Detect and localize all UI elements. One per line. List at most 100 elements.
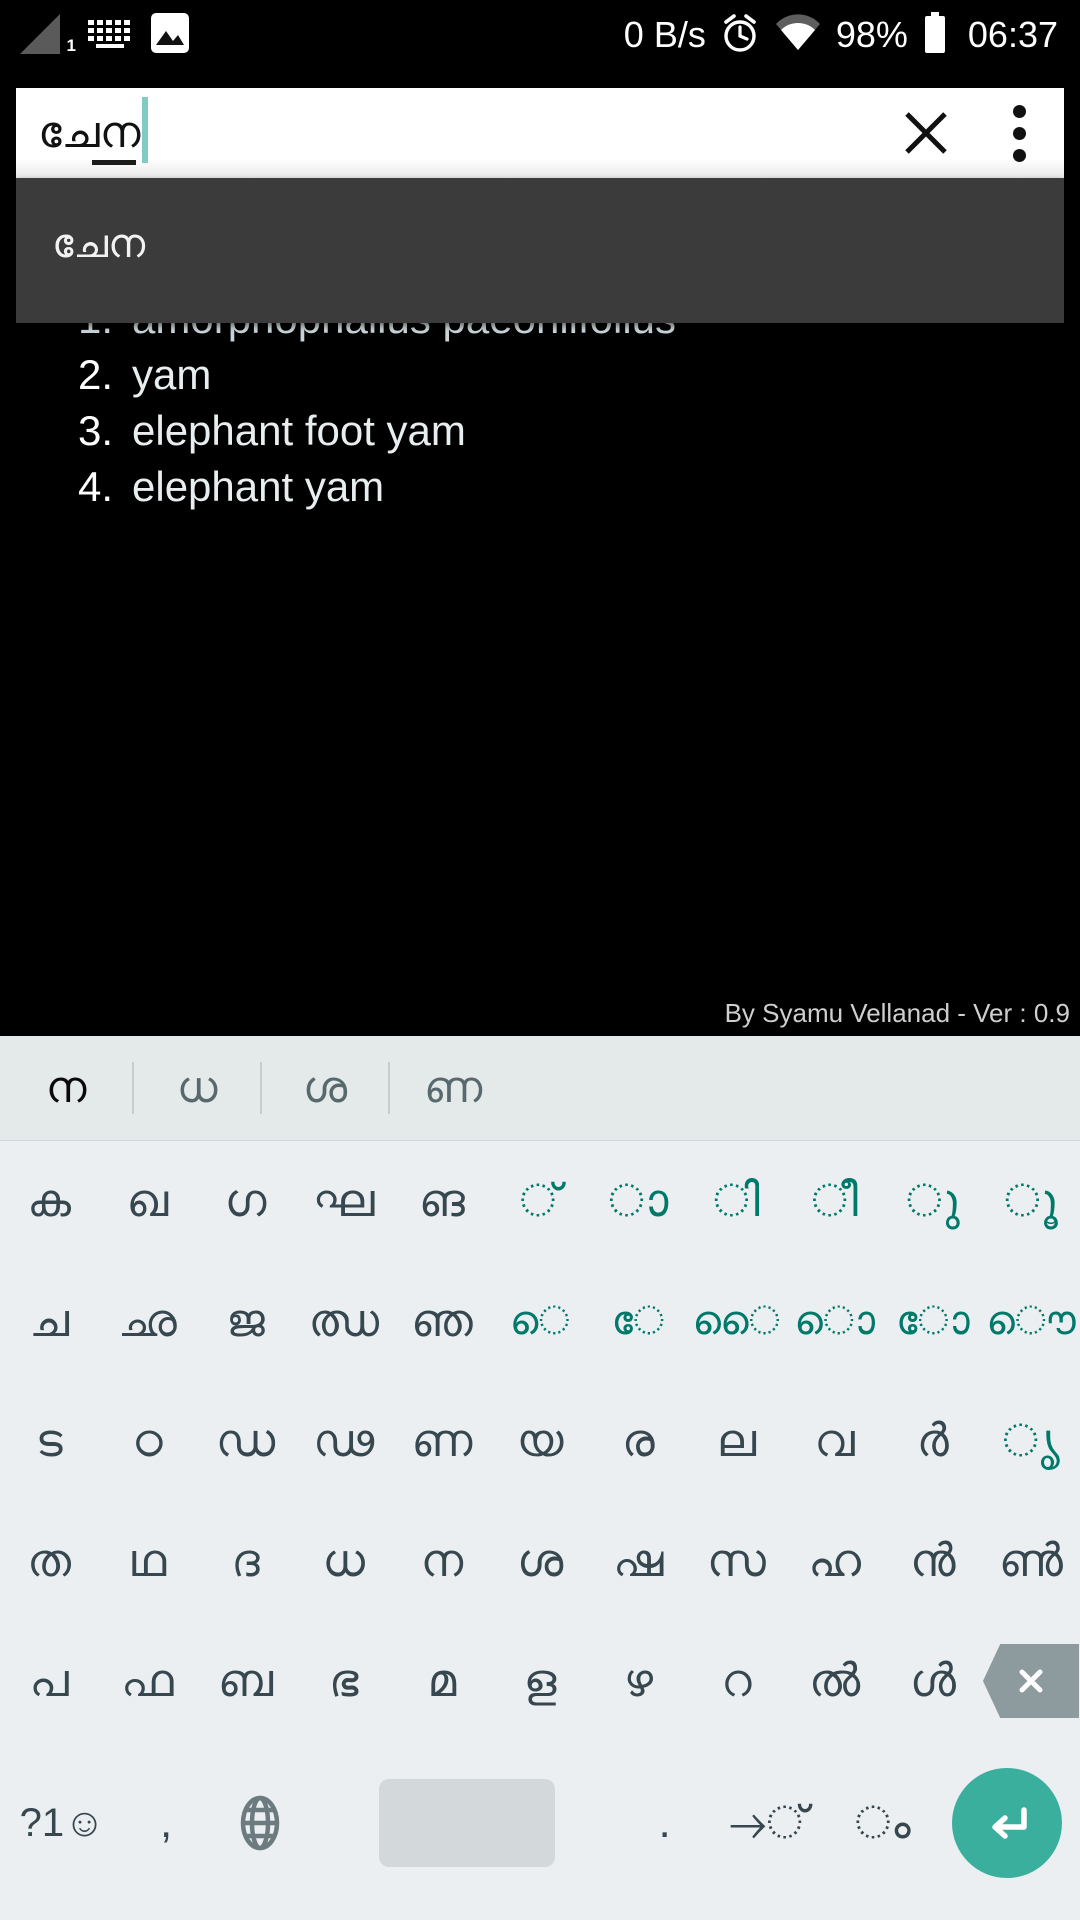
key-thha[interactable]: ഥ (98, 1501, 196, 1621)
key-ba[interactable]: ബ (196, 1621, 294, 1741)
backspace-key[interactable] (982, 1621, 1080, 1741)
key-chillu-ll[interactable]: ൾ (884, 1621, 982, 1741)
key-ttha[interactable]: ഠ (98, 1381, 196, 1501)
key-ra[interactable]: ര (589, 1381, 687, 1501)
key-da[interactable]: ദ (196, 1501, 294, 1621)
more-vert-icon (1012, 104, 1026, 118)
app-credit-label: By Syamu Vellanad - Ver : 0.9 (724, 998, 1070, 1028)
keyboard-suggestion-0[interactable]: ന (0, 1063, 132, 1113)
keyboard-suggestion-strip: ന ധ ശ ണ (0, 1036, 1080, 1141)
clear-search-button[interactable] (878, 88, 974, 178)
key-u-sign[interactable]: ു (884, 1141, 982, 1261)
key-ii-sign[interactable]: ീ (786, 1141, 884, 1261)
list-item-label: yam (132, 351, 212, 398)
key-bha[interactable]: ഭ (295, 1621, 393, 1741)
status-bar-right: 0 B/s 98% 06:37 (624, 11, 1080, 60)
key-aa-sign[interactable]: ാ (589, 1141, 687, 1261)
key-kha[interactable]: ഖ (98, 1141, 196, 1261)
anusvara-key[interactable]: ം (831, 1763, 935, 1883)
key-jha[interactable]: ഝ (295, 1261, 393, 1381)
key-ee-sign[interactable]: േ (589, 1261, 687, 1381)
key-zha[interactable]: ഴ (589, 1621, 687, 1741)
enter-icon (992, 1807, 1028, 1839)
virama-key[interactable]: →് (706, 1763, 831, 1883)
key-cha[interactable]: ച (0, 1261, 98, 1381)
enter-key[interactable] (935, 1763, 1080, 1883)
comma-key[interactable]: , (125, 1763, 208, 1883)
key-chillu-nn[interactable]: ൻ (884, 1501, 982, 1621)
list-item-label: elephant foot yam (132, 407, 466, 454)
key-dha[interactable]: ധ (295, 1501, 393, 1621)
key-ma[interactable]: മ (393, 1621, 491, 1741)
key-nga[interactable]: ങ (393, 1141, 491, 1261)
key-lla[interactable]: ള (491, 1621, 589, 1741)
more-vert-icon (1012, 126, 1026, 140)
language-switch-key[interactable] (208, 1763, 312, 1883)
keyboard-row-5: പ ഫ ബ ഭ മ ള ഴ റ ൽ ൾ (0, 1621, 1080, 1741)
keyboard-row-4: ത ഥ ദ ധ ന ശ ഷ സ ഹ ൻ ൺ (0, 1501, 1080, 1621)
keyboard-bottom-row: ?1☺ , . →് ം (0, 1741, 1080, 1905)
signal-icon: 1 (20, 14, 76, 56)
keyboard-row-2: ച ഛ ജ ഝ ഞ െ േ ൈ ൊ ോ ൌ (0, 1261, 1080, 1381)
key-nya[interactable]: ഞ (393, 1261, 491, 1381)
key-tta[interactable]: ട (0, 1381, 98, 1501)
search-input[interactable]: ചേന (16, 88, 878, 178)
wifi-icon (774, 13, 822, 57)
key-e-sign[interactable]: െ (491, 1261, 589, 1381)
key-au-sign[interactable]: ൌ (982, 1261, 1080, 1381)
suggestion-item[interactable]: ചേന (16, 178, 1064, 267)
key-chillu-nnn[interactable]: ൺ (982, 1501, 1080, 1621)
status-bar: 1 0 B/s 98% 06:37 (0, 0, 1080, 70)
keyboard-suggestion-1[interactable]: ധ (134, 1063, 260, 1113)
key-tha[interactable]: ത (0, 1501, 98, 1621)
key-ddha[interactable]: ഢ (295, 1381, 393, 1501)
key-oo-sign[interactable]: ോ (884, 1261, 982, 1381)
key-chillu-l[interactable]: ൽ (786, 1621, 884, 1741)
key-dda[interactable]: ഡ (196, 1381, 294, 1501)
key-sha[interactable]: ശ (491, 1501, 589, 1621)
search-suggestions-dropdown: ചേന (16, 178, 1064, 323)
key-virama-sign[interactable]: ് (491, 1141, 589, 1261)
battery-percent-label: 98% (835, 14, 908, 55)
key-vocalic-r-sign[interactable]: ൃ (982, 1381, 1080, 1501)
more-vert-icon (1012, 148, 1026, 162)
key-ga[interactable]: ഗ (196, 1141, 294, 1261)
keyboard-suggestion-3[interactable]: ണ (390, 1063, 516, 1113)
space-key[interactable] (312, 1763, 624, 1883)
key-la[interactable]: ല (687, 1381, 785, 1501)
symbols-key[interactable]: ?1☺ (0, 1763, 125, 1883)
list-item: 3. elephant foot yam (0, 407, 1080, 463)
key-na[interactable]: ന (393, 1501, 491, 1621)
key-chillu-rra[interactable]: ർ (884, 1381, 982, 1501)
key-ai-sign[interactable]: ൈ (687, 1261, 785, 1381)
key-ka[interactable]: ക (0, 1141, 98, 1261)
key-ha[interactable]: ഹ (786, 1501, 884, 1621)
signal-count-label: 1 (66, 36, 76, 55)
key-ja[interactable]: ജ (196, 1261, 294, 1381)
key-va[interactable]: വ (786, 1381, 884, 1501)
status-bar-left: 1 (0, 11, 190, 60)
keyboard-suggestion-2[interactable]: ശ (262, 1063, 388, 1113)
search-input-value: ചേന (38, 108, 141, 157)
key-pha[interactable]: ഫ (98, 1621, 196, 1741)
key-o-sign[interactable]: ൊ (786, 1261, 884, 1381)
period-key[interactable]: . (623, 1763, 706, 1883)
key-rra[interactable]: റ (687, 1621, 785, 1741)
key-chha[interactable]: ഛ (98, 1261, 196, 1381)
battery-icon (922, 11, 948, 60)
key-sa[interactable]: സ (687, 1501, 785, 1621)
globe-icon (240, 1795, 279, 1851)
key-gha[interactable]: ഘ (295, 1141, 393, 1261)
key-i-sign[interactable]: ി (687, 1141, 785, 1261)
list-item: 2. yam (0, 351, 1080, 407)
key-uu-sign[interactable]: ൂ (982, 1141, 1080, 1261)
keyboard-row-3: ട ഠ ഡ ഢ ണ യ ര ല വ ർ ൃ (0, 1381, 1080, 1501)
overflow-menu-button[interactable] (974, 88, 1064, 178)
key-nna[interactable]: ണ (393, 1381, 491, 1501)
key-pa[interactable]: പ (0, 1621, 98, 1741)
keyboard-icon (86, 16, 134, 55)
key-ya[interactable]: യ (491, 1381, 589, 1501)
key-ssa[interactable]: ഷ (589, 1501, 687, 1621)
list-item-number: 4. (78, 463, 114, 510)
network-speed-label: 0 B/s (623, 14, 706, 55)
